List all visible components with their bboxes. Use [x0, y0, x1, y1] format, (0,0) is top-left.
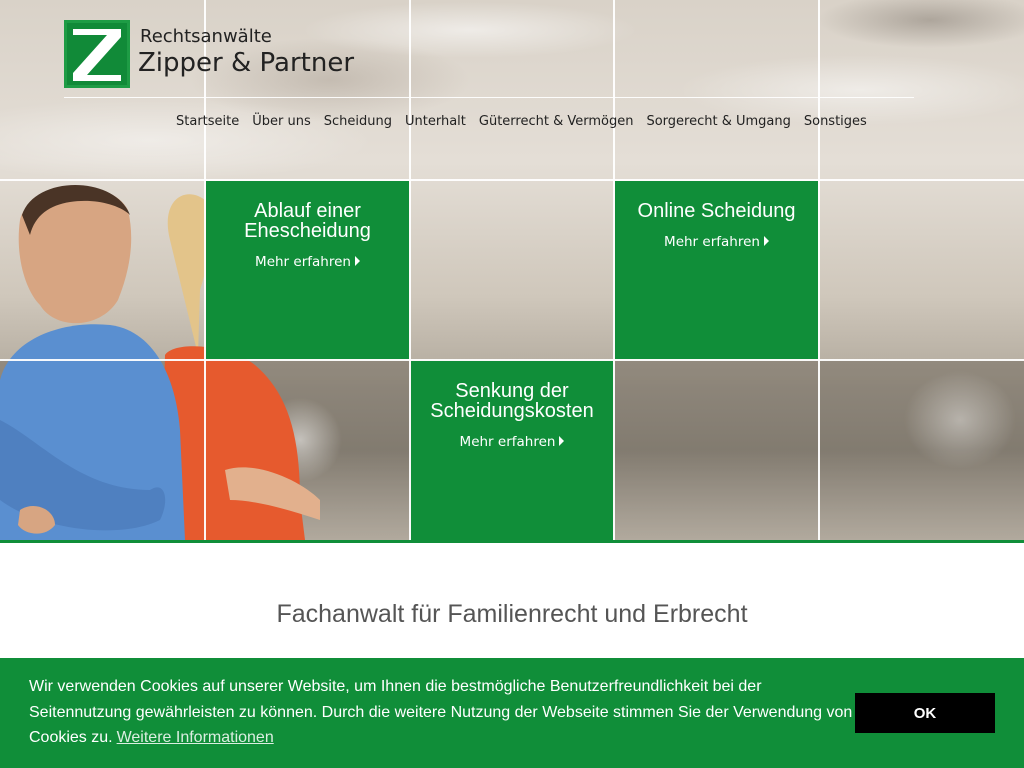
nav-item-sorgerecht[interactable]: Sorgerecht & Umgang [646, 114, 790, 129]
logo-z-icon [64, 20, 130, 88]
tile-link-label: Mehr erfahren [255, 254, 351, 270]
tile-title: Online Scheidung [637, 200, 796, 222]
tile-scheidungskosten[interactable]: Senkung der Scheidungskosten Mehr erfahr… [411, 361, 613, 540]
site-logo[interactable]: Rechtsanwälte Zipper & Partner [64, 20, 364, 90]
main-nav: Startseite Über uns Scheidung Unterhalt … [176, 114, 880, 129]
caret-right-icon [559, 436, 565, 446]
page-headline: Fachanwalt für Familienrecht und Erbrech… [276, 600, 748, 628]
tile-link-label: Mehr erfahren [459, 434, 556, 450]
nav-item-ueber-uns[interactable]: Über uns [252, 114, 311, 129]
nav-item-unterhalt[interactable]: Unterhalt [405, 114, 466, 129]
nav-item-scheidung[interactable]: Scheidung [324, 114, 392, 129]
cookie-message: Wir verwenden Cookies auf unserer Websit… [29, 674, 859, 751]
tile-link[interactable]: Mehr erfahren [615, 234, 818, 250]
logo-name: Zipper & Partner [138, 48, 355, 78]
cookie-ok-button[interactable]: OK [855, 693, 995, 733]
tile-online-scheidung[interactable]: Online Scheidung Mehr erfahren [615, 181, 818, 359]
nav-item-startseite[interactable]: Startseite [176, 114, 239, 129]
tile-title: Ablauf einer [254, 200, 361, 222]
tile-title: Scheidungskosten [430, 400, 594, 422]
grid-line [0, 179, 1024, 181]
caret-right-icon [354, 256, 360, 266]
nav-item-gueterrecht[interactable]: Güterrecht & Vermögen [479, 114, 634, 129]
nav-item-sonstiges[interactable]: Sonstiges [804, 114, 867, 129]
cookie-more-info-link[interactable]: Weitere Informationen [117, 729, 274, 746]
tile-title: Senkung der [455, 380, 569, 402]
cookie-banner: Wir verwenden Cookies auf unserer Websit… [0, 658, 1024, 768]
logo-title: Rechtsanwälte [140, 26, 272, 47]
tile-link[interactable]: Mehr erfahren [206, 254, 409, 270]
hero-bottom-bar [0, 540, 1024, 543]
tile-title: Ehescheidung [244, 220, 371, 242]
grid-line [818, 0, 820, 540]
header-divider [64, 97, 914, 98]
caret-right-icon [763, 236, 769, 246]
tile-ablauf-ehescheidung[interactable]: Ablauf einer Ehescheidung Mehr erfahren [206, 181, 409, 359]
tile-link[interactable]: Mehr erfahren [411, 434, 613, 450]
tile-link-label: Mehr erfahren [664, 234, 760, 250]
